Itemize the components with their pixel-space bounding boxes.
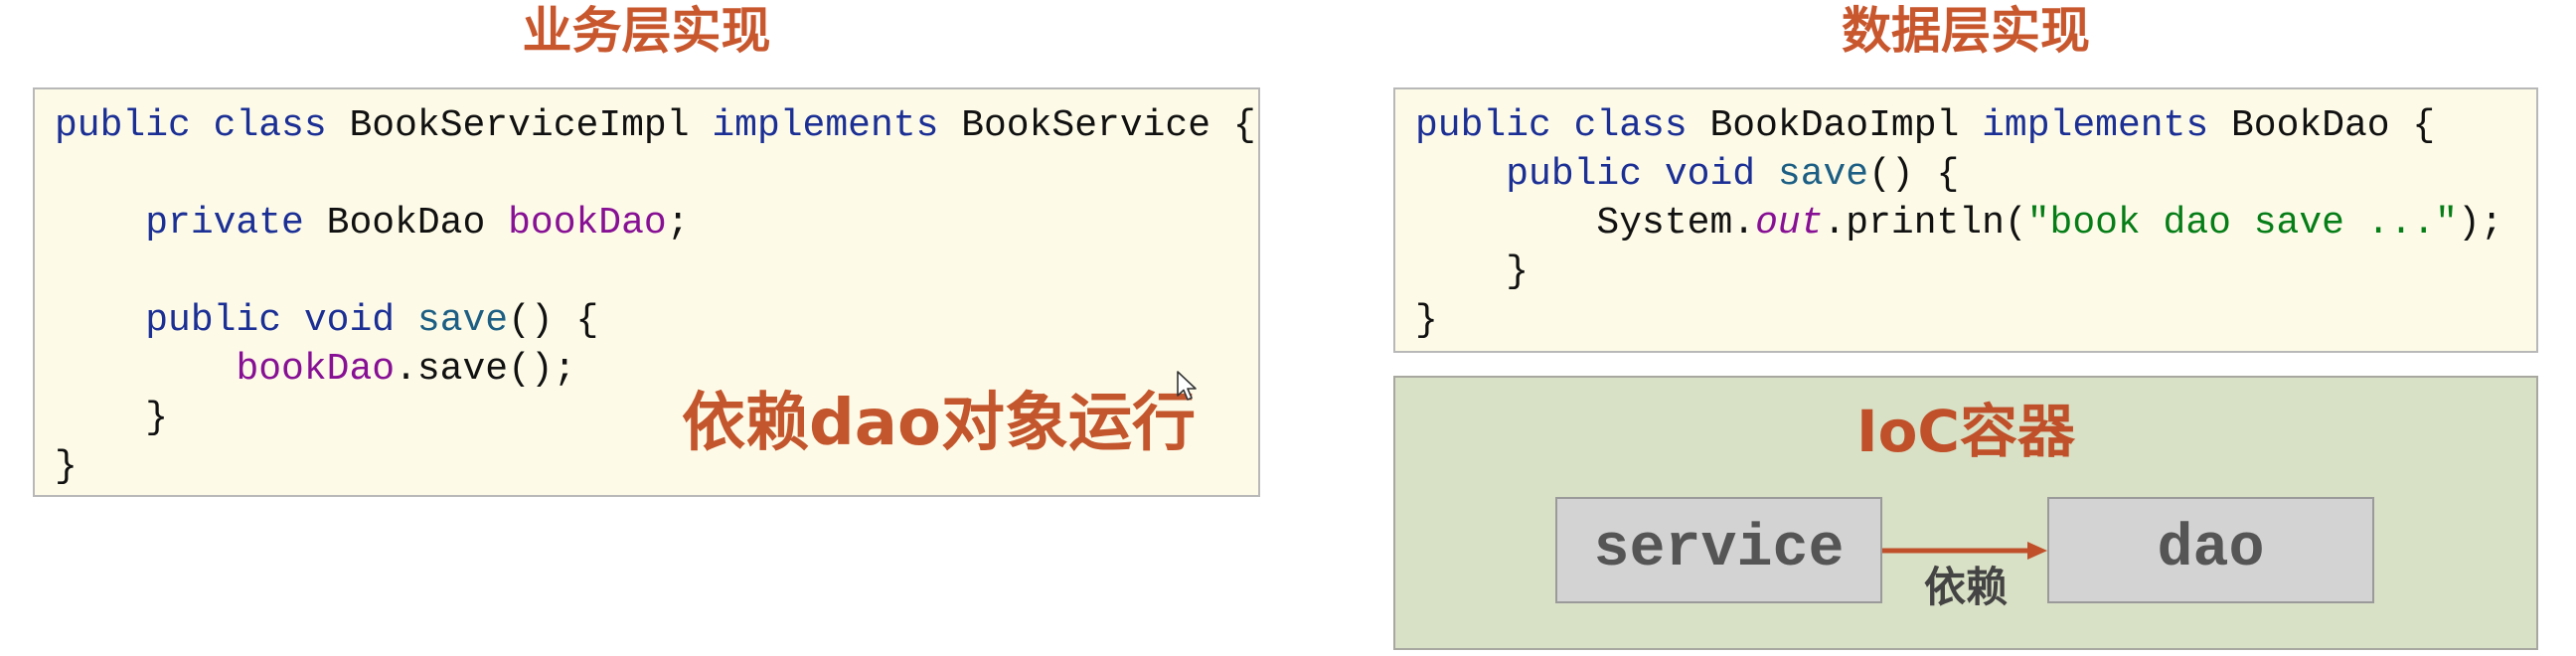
code-text-token: ); [2458, 202, 2503, 245]
data-layer-title: 数据层实现 [1842, 2, 2090, 60]
code-line: public void save() { [55, 296, 1258, 345]
dependency-label: 依赖 [1923, 563, 2008, 611]
field-token: bookDao [236, 348, 396, 391]
keyword-token: implements [1982, 104, 2209, 147]
code-line: private BookDao bookDao; [55, 199, 1258, 247]
keyword-token: void [1664, 153, 1756, 196]
service-node: service [1555, 497, 1882, 603]
code-line: public class BookDaoImpl implements Book… [1415, 101, 2536, 150]
ioc-container-title: IoC容器 [1856, 398, 2075, 465]
code-line: public class BookServiceImpl implements … [55, 101, 1258, 150]
code-text-token: } [1415, 299, 1438, 342]
keyword-token: void [303, 299, 396, 342]
code-text-token: } [55, 397, 169, 439]
field-token: bookDao [508, 202, 667, 245]
keyword-token: class [1573, 104, 1688, 147]
keyword-token: public [1415, 104, 1551, 147]
code-line: public void save() { [1415, 150, 2536, 199]
code-text-token: BookDaoImpl [1687, 104, 1983, 147]
code-line: System.out.println("book dao save ..."); [1415, 199, 2536, 247]
keyword-token: private [145, 202, 304, 245]
code-line: } [1415, 247, 2536, 296]
right-arrow-icon [1882, 542, 2047, 560]
business-layer-title: 业务层实现 [522, 2, 771, 60]
keyword-token: public [55, 104, 191, 147]
keyword-token: implements [712, 104, 939, 147]
code-text-token: .save(); [395, 348, 576, 391]
code-text-token: .println( [1823, 202, 2027, 245]
dao-impl-code-panel: public class BookDaoImpl implements Book… [1393, 87, 2538, 353]
dependency-annotation: 依赖dao对象运行 [682, 387, 1196, 460]
keyword-token: class [213, 104, 327, 147]
code-text-token: () { [508, 299, 599, 342]
mouse-pointer-icon [1177, 371, 1197, 401]
code-text-token: BookService { [938, 104, 1256, 147]
code-text-token: System. [1415, 202, 1756, 245]
code-text-token: } [1415, 250, 1530, 293]
code-text-token: BookDao [303, 202, 509, 245]
code-line: } [1415, 296, 2536, 345]
code-text-token: () { [1868, 153, 1960, 196]
dao-node: dao [2047, 497, 2374, 603]
code-text-token: BookServiceImpl [326, 104, 713, 147]
method-name-token: save [1777, 153, 1869, 196]
ioc-container-panel: IoC容器 service dao 依赖 [1393, 376, 2538, 650]
method-name-token: save [416, 299, 509, 342]
keyword-token: public [1506, 153, 1643, 196]
dependency-arrow-head [2027, 542, 2047, 560]
code-text-token: ; [666, 202, 690, 245]
static-field-token: out [1755, 202, 1824, 245]
code-text-token: } [55, 445, 78, 488]
code-text-token: BookDao { [2208, 104, 2436, 147]
string-literal-token: "book dao save ..." [2026, 202, 2458, 245]
keyword-token: public [145, 299, 282, 342]
